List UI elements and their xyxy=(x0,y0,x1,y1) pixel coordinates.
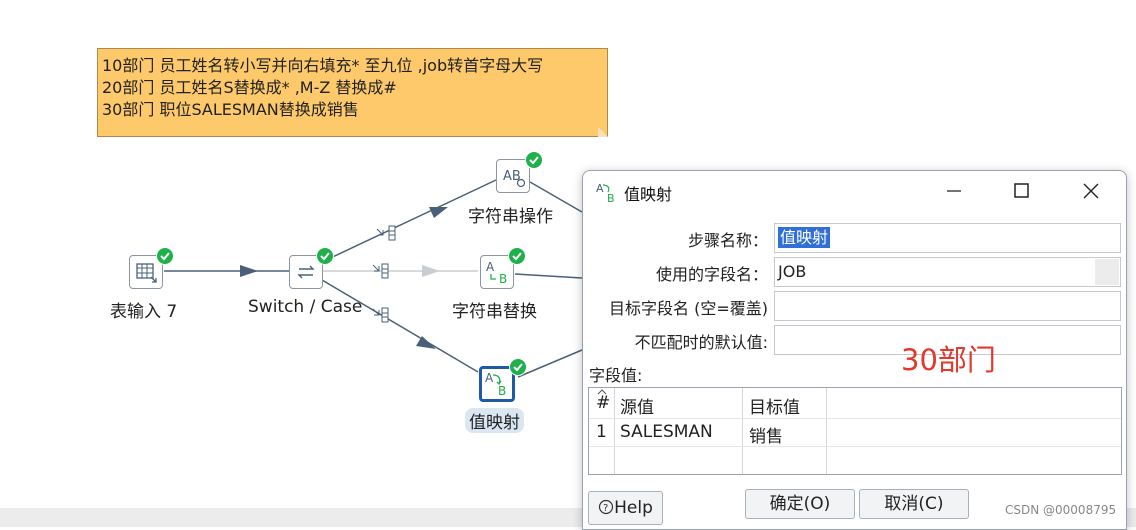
default-value-label: 不匹配时的默认值: xyxy=(634,333,768,352)
field-dropdown-button[interactable] xyxy=(1095,259,1119,285)
help-icon: ? xyxy=(599,499,614,515)
help-button[interactable]: ? Help xyxy=(588,491,663,525)
step-label-value-mapper: 值映射 xyxy=(465,408,524,433)
step-label-string-replace: 字符串替换 xyxy=(452,302,537,322)
ok-badge-icon xyxy=(316,247,334,265)
hop-case-icon xyxy=(376,225,396,241)
hop-mapper-out xyxy=(517,349,583,378)
dialog-title: 值映射 xyxy=(624,185,673,204)
svg-text:?: ? xyxy=(603,503,608,514)
svg-text:B: B xyxy=(499,272,507,286)
table-header-index[interactable]: # xyxy=(596,393,610,413)
svg-text:B: B xyxy=(607,192,615,203)
field-values-table[interactable]: # 源值 目标值 1 SALESMAN 销售 xyxy=(588,387,1122,475)
table-cell-target[interactable]: 销售 xyxy=(749,422,783,447)
svg-text:A: A xyxy=(485,371,494,385)
step-label-switch-case: Switch / Case xyxy=(248,297,363,317)
target-field-input[interactable] xyxy=(774,291,1121,321)
step-string-operations[interactable]: AB xyxy=(496,159,530,193)
value-mapper-dialog: A B 值映射 步骤名称： 值映射 使用的字段名： JOB 目标字段名 (空=覆… xyxy=(582,170,1127,530)
step-label-string-operations: 字符串操作 xyxy=(468,207,553,227)
step-name-label: 步骤名称： xyxy=(687,231,768,250)
step-name-value: 值映射 xyxy=(778,227,831,248)
table-cell-index: 1 xyxy=(596,422,607,442)
maximize-button[interactable] xyxy=(998,175,1044,207)
cancel-button[interactable]: 取消(C) xyxy=(859,489,969,519)
ok-badge-icon xyxy=(525,151,543,169)
close-icon xyxy=(1083,183,1099,199)
field-name-value: JOB xyxy=(778,262,807,281)
hop-switch-to-mapper xyxy=(321,279,479,373)
svg-text:A: A xyxy=(596,182,604,195)
field-values-label: 字段值: xyxy=(589,366,643,385)
minimize-icon xyxy=(947,190,961,192)
value-mapper-title-icon: A B xyxy=(596,182,615,203)
minimize-button[interactable] xyxy=(931,175,977,207)
field-name-select[interactable]: JOB xyxy=(774,257,1121,287)
ok-badge-icon xyxy=(508,247,526,265)
arrow-head xyxy=(429,207,448,218)
svg-text:B: B xyxy=(498,384,506,398)
dialog-titlebar[interactable]: A B 值映射 xyxy=(583,171,1126,211)
string-ops-icon: AB xyxy=(503,169,526,188)
step-label-table-input: 表输入 7 xyxy=(110,302,178,322)
field-name-label: 使用的字段名： xyxy=(655,265,768,284)
close-button[interactable] xyxy=(1068,175,1114,207)
arrow-head xyxy=(240,265,258,277)
table-header-target[interactable]: 目标值 xyxy=(749,393,800,418)
target-field-label: 目标字段名 (空=覆盖) xyxy=(609,299,768,318)
table-cell-source[interactable]: SALESMAN xyxy=(620,422,713,442)
table-header-source[interactable]: 源值 xyxy=(620,393,654,418)
annotation-text: 30部门 xyxy=(901,343,996,377)
ok-button[interactable]: 确定(O) xyxy=(745,489,855,519)
arrow-head xyxy=(422,265,440,277)
ok-badge-icon xyxy=(156,247,174,265)
hop-replace-out xyxy=(514,273,583,279)
value-mapper-icon: A B xyxy=(485,371,506,398)
watermark: CSDN @00008795 xyxy=(1005,503,1117,517)
maximize-icon xyxy=(1014,183,1029,198)
svg-text:A: A xyxy=(486,260,495,274)
ok-badge-icon xyxy=(509,358,527,376)
help-label: Help xyxy=(614,498,653,518)
step-name-input[interactable]: 值映射 xyxy=(774,223,1121,253)
